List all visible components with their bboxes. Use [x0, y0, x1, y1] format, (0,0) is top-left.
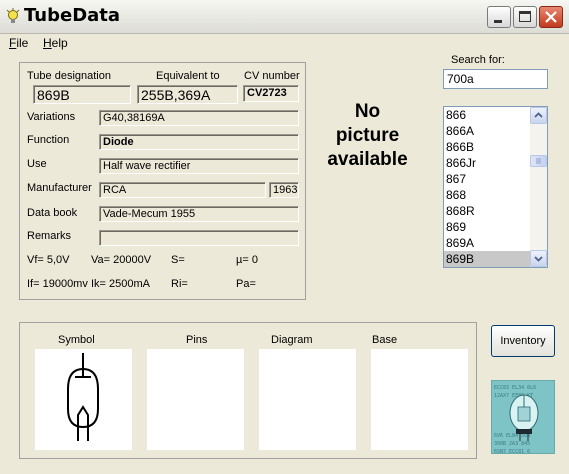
cv-number-field[interactable]: CV2723: [243, 85, 299, 102]
base-label: Base: [372, 334, 398, 346]
menu-help[interactable]: Help: [43, 36, 68, 50]
data-book-label: Data book: [27, 207, 78, 219]
menu-file[interactable]: File: [9, 36, 28, 50]
use-field[interactable]: Half wave rectifier: [99, 158, 299, 174]
svg-text:6SN7 ECC81 6: 6SN7 ECC81 6: [494, 449, 530, 454]
tube-designation-label: Tube designation: [27, 70, 111, 82]
data-book-field[interactable]: Vade-Mecum 1955: [99, 206, 299, 222]
svg-text:ECC83 EL34 6L6: ECC83 EL34 6L6: [494, 385, 536, 391]
pins-label: Pins: [186, 334, 208, 346]
param-va: Va= 20000V: [91, 254, 152, 266]
use-label: Use: [27, 158, 47, 170]
scroll-up-button[interactable]: [530, 107, 547, 124]
base-box: [371, 349, 468, 450]
symbol-box: [35, 349, 132, 450]
minimize-icon: [494, 20, 502, 23]
scroll-thumb[interactable]: [530, 155, 547, 167]
param-ik: Ik= 2500mA: [91, 278, 151, 290]
equivalent-to-field[interactable]: 255B,369A: [137, 85, 238, 104]
search-input[interactable]: [443, 69, 548, 89]
scroll-down-button[interactable]: [530, 250, 547, 267]
tube-list-item[interactable]: 867: [444, 171, 530, 187]
close-button[interactable]: [539, 6, 563, 28]
tube-logo-image: ECC83 EL34 6L6 12AX7 EF86 KT 6V6 EL84 5U…: [491, 380, 555, 454]
title-bar[interactable]: TubeData: [0, 0, 569, 34]
tube-list-item[interactable]: 869: [444, 219, 530, 235]
tube-designation-field[interactable]: 869B: [33, 85, 131, 104]
year-field[interactable]: 1963: [269, 182, 299, 198]
no-picture-message: No picture available: [315, 100, 420, 172]
tube-list-item[interactable]: 869B: [444, 251, 530, 267]
inventory-button[interactable]: Inventory: [491, 325, 555, 357]
variations-label: Variations: [27, 111, 76, 123]
remarks-field[interactable]: [99, 230, 299, 246]
param-vf: Vf= 5,0V: [27, 254, 70, 266]
param-ri: Ri=: [171, 278, 188, 290]
no-picture-line-3: available: [327, 149, 408, 170]
tube-list-item[interactable]: 868: [444, 187, 530, 203]
variations-field[interactable]: G40,38169A: [99, 110, 299, 126]
lightbulb-icon: [6, 8, 20, 23]
diagram-box: [259, 349, 356, 450]
symbol-label: Symbol: [58, 334, 95, 346]
chevron-down-icon: [534, 256, 543, 262]
window-title: TubeData: [24, 5, 121, 26]
tube-list-item[interactable]: 866Jr: [444, 155, 530, 171]
list-scrollbar[interactable]: [530, 107, 547, 267]
cv-number-label: CV number: [244, 70, 300, 82]
tube-list-item[interactable]: 866B: [444, 139, 530, 155]
function-label: Function: [27, 134, 70, 146]
diode-tube-symbol: [67, 353, 99, 441]
param-mu: µ= 0: [236, 254, 258, 266]
param-pa: Pa=: [236, 278, 256, 290]
pins-box: [147, 349, 244, 450]
tube-list-item[interactable]: 866A: [444, 123, 530, 139]
search-label: Search for:: [451, 54, 505, 66]
tube-list-item[interactable]: 868R: [444, 203, 530, 219]
svg-text:300B 2A3 845: 300B 2A3 845: [494, 441, 530, 447]
maximize-icon: [519, 11, 531, 22]
param-if: If= 19000mv: [27, 278, 88, 290]
diagram-label: Diagram: [271, 334, 313, 346]
manufacturer-field[interactable]: RCA: [99, 182, 266, 198]
minimize-button[interactable]: [487, 6, 511, 28]
no-picture-line-1: No: [354, 101, 381, 122]
function-field[interactable]: Diode: [99, 134, 299, 150]
tube-list[interactable]: 866 866A 866B 866Jr 867 868 868R 869 869A 869B: [443, 106, 548, 268]
tube-list-item[interactable]: 866: [444, 107, 530, 123]
tube-list-item[interactable]: 869A: [444, 235, 530, 251]
param-s: S=: [171, 254, 185, 266]
remarks-label: Remarks: [27, 230, 72, 242]
maximize-button[interactable]: [513, 6, 537, 28]
no-picture-line-2: picture: [335, 125, 400, 146]
manufacturer-label: Manufacturer: [27, 182, 92, 194]
equivalent-to-label: Equivalent to: [156, 70, 220, 82]
chevron-up-icon: [534, 112, 543, 118]
close-icon: [545, 11, 557, 23]
menu-bar: File Help: [0, 34, 569, 52]
